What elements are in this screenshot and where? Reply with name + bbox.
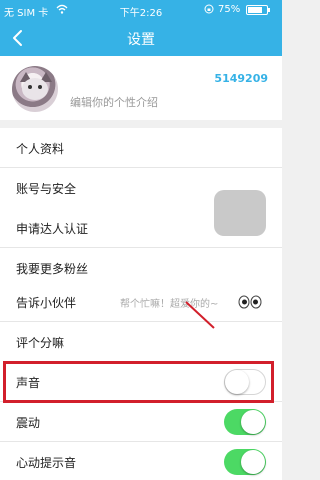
row-label: 震动 [16, 416, 41, 430]
row-profile[interactable]: 个人资料 [0, 128, 282, 168]
page-title: 设置 [127, 32, 155, 48]
sound-toggle[interactable] [224, 369, 266, 395]
row-label: 评个分嘛 [16, 336, 65, 350]
avatar-face [22, 78, 48, 100]
row-label: 账号与安全 [16, 182, 77, 196]
row-label: 告诉小伙伴 [16, 296, 77, 310]
cute-face-icon [238, 295, 262, 309]
notification-section: 声音 震动 心动提示音 [0, 362, 282, 480]
user-id: 5149209 [214, 72, 268, 85]
battery-fill [248, 7, 262, 13]
row-label: 心动提示音 [16, 456, 77, 470]
toggle-knob [225, 370, 249, 394]
status-bar: 无 SIM 卡 下午2:26 75% [0, 0, 282, 20]
avatar-eye-right [38, 85, 42, 89]
row-tell-friends[interactable]: 告诉小伙伴 帮个忙嘛！超爱你的~ [0, 282, 282, 322]
avatar[interactable] [12, 66, 58, 112]
row-label: 声音 [16, 376, 41, 390]
row-label: 我要更多粉丝 [16, 262, 89, 276]
share-section: 告诉小伙伴 帮个忙嘛！超爱你的~ 评个分嘛 [0, 282, 282, 362]
heartbeat-sound-toggle[interactable] [224, 449, 266, 475]
row-label: 申请达人认证 [16, 222, 89, 236]
row-heartbeat-sound[interactable]: 心动提示音 [0, 442, 282, 480]
toggle-knob [241, 450, 265, 474]
nav-bar: 设置 [0, 20, 282, 56]
battery-percent: 75% [218, 4, 241, 15]
toggle-knob [241, 410, 265, 434]
decorative-grey-block [214, 190, 266, 236]
vibrate-toggle[interactable] [224, 409, 266, 435]
avatar-eye-left [28, 85, 32, 89]
row-vibrate[interactable]: 震动 [0, 402, 282, 442]
bio-placeholder[interactable]: 编辑你的个性介绍 [70, 94, 158, 110]
battery-icon [246, 5, 270, 15]
profile-card[interactable]: 5149209 编辑你的个性介绍 [0, 56, 282, 120]
red-arrow-annotation [185, 301, 215, 329]
row-label: 个人资料 [16, 142, 65, 156]
row-rate-app[interactable]: 评个分嘛 [0, 322, 282, 362]
rotation-lock-icon [204, 4, 214, 14]
row-sound[interactable]: 声音 [0, 362, 282, 402]
